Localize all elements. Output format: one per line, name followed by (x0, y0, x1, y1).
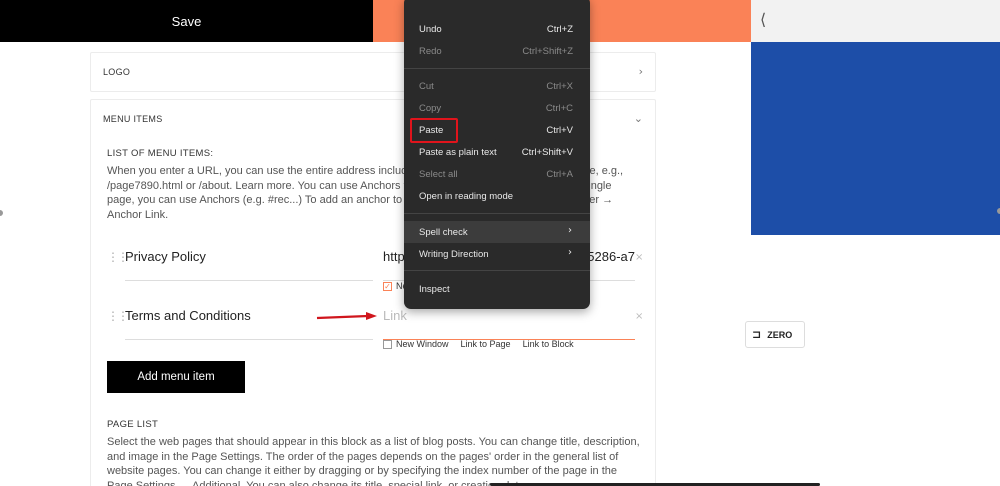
preview-header (751, 0, 1000, 42)
resize-handle-left[interactable] (0, 210, 3, 216)
zero-block-icon: ⊐ (752, 328, 762, 341)
menu-item-link-start: http (383, 249, 405, 264)
save-button[interactable]: Save (0, 0, 373, 42)
submenu-arrow-icon: › (568, 247, 572, 258)
annotation-arrow (316, 312, 377, 320)
drag-handle-icon[interactable]: ⋮⋮ (107, 309, 129, 323)
clear-link-icon[interactable]: × (635, 252, 643, 263)
chevron-down-icon[interactable]: ⌄ (634, 112, 643, 125)
menu-item-title-input[interactable]: Privacy Policy (125, 249, 373, 281)
link-placeholder: Link (383, 308, 407, 323)
menu-item-options: New Window Link to Page Link to Block (383, 339, 574, 350)
chevron-left-icon[interactable]: ⟨ (760, 10, 766, 29)
page-list-help-text: Select the web pages that should appear … (107, 436, 640, 486)
menu-separator (404, 213, 590, 214)
new-window-label: New Window (396, 339, 449, 349)
zero-button-label: ZERO (767, 329, 793, 340)
new-window-checkbox[interactable] (383, 340, 392, 350)
context-menu-select-all[interactable]: Select all Ctrl+A (404, 163, 590, 185)
menu-item-link-input[interactable]: Link (383, 308, 635, 340)
context-menu-reading-mode[interactable]: Open in reading mode (404, 185, 590, 207)
menu-separator (404, 68, 590, 69)
context-menu-writing-direction[interactable]: Writing Direction › (404, 243, 590, 265)
chevron-right-icon[interactable]: › (639, 65, 643, 78)
menu-item-link-end: 5286-a7 (587, 249, 635, 264)
zero-button[interactable]: ⊐ ZERO (745, 321, 805, 348)
section-title: LOGO (103, 67, 131, 77)
clear-link-icon[interactable]: × (635, 311, 643, 322)
submenu-arrow-icon: › (568, 225, 572, 236)
new-window-checkbox[interactable]: ✓ (383, 282, 392, 292)
page-list-label: PAGE LIST (107, 419, 159, 430)
preview-block (751, 42, 1000, 235)
section-title[interactable]: MENU ITEMS (103, 114, 163, 124)
context-menu-paste-plain[interactable]: Paste as plain text Ctrl+Shift+V (404, 141, 590, 163)
add-menu-item-button[interactable]: Add menu item (107, 361, 245, 393)
link-to-block-button[interactable]: Link to Block (523, 339, 574, 349)
context-menu-paste[interactable]: Paste Ctrl+V (404, 119, 590, 141)
context-menu-cut[interactable]: Cut Ctrl+X (404, 75, 590, 97)
drag-handle-icon[interactable]: ⋮⋮ (107, 250, 129, 264)
context-menu: Undo Ctrl+Z Redo Ctrl+Shift+Z Cut Ctrl+X Co… (404, 0, 590, 309)
list-of-menu-items-label: LIST OF MENU ITEMS: (107, 148, 214, 159)
context-menu-redo[interactable]: Redo Ctrl+Shift+Z (404, 40, 590, 62)
context-menu-inspect[interactable]: Inspect (404, 278, 590, 300)
context-menu-spell-check[interactable]: Spell check › (404, 221, 590, 243)
context-menu-copy[interactable]: Copy Ctrl+C (404, 97, 590, 119)
context-menu-undo[interactable]: Undo Ctrl+Z (404, 18, 590, 40)
link-to-page-button[interactable]: Link to Page (461, 339, 511, 349)
new-window-option[interactable]: New Window (383, 339, 449, 350)
menu-separator (404, 270, 590, 271)
